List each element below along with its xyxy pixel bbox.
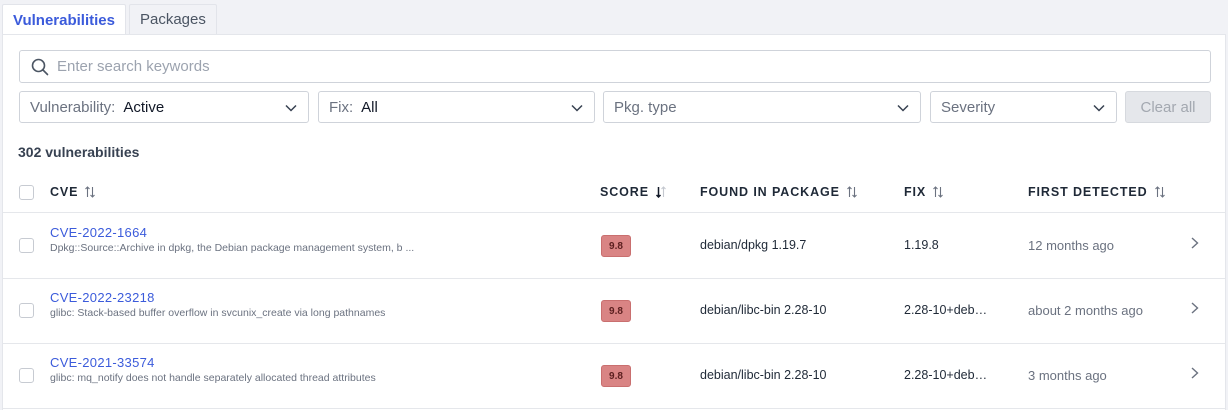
vulnerability-filter-dropdown[interactable]: Vulnerability: Active [19,91,309,123]
score-badge: 9.8 [601,365,631,387]
row-checkbox[interactable] [19,368,34,383]
fix-filter-value: All [361,98,378,116]
severity-filter-dropdown[interactable]: Severity [930,91,1117,123]
severity-placeholder: Severity [941,98,996,116]
select-all-checkbox[interactable] [19,185,34,200]
pkg-type-filter-dropdown[interactable]: Pkg. type [603,91,921,123]
fix-version: 2.28-10+deb10u2 [904,368,994,382]
table-row[interactable]: CVE-2022-1664 Dpkg::Source::Archive in d… [3,214,1225,279]
cve-link[interactable]: CVE-2022-1664 [50,225,147,240]
chevron-right-icon[interactable] [1189,236,1201,250]
sort-icon [933,186,944,198]
column-header-package[interactable]: FOUND IN PACKAGE [700,185,858,199]
column-header-fix[interactable]: FIX [904,185,944,199]
clear-all-button[interactable]: Clear all [1125,91,1211,123]
column-header-label: FIRST DETECTED [1028,185,1148,199]
sort-icon [85,186,96,198]
pkg-type-placeholder: Pkg. type [614,98,677,116]
chevron-down-icon [285,104,297,112]
fix-filter-dropdown[interactable]: Fix: All [318,91,595,123]
score-badge: 9.8 [601,235,631,257]
sort-icon [846,186,857,198]
package-name: debian/libc-bin 2.28-10 [700,303,827,317]
table-row[interactable]: CVE-2022-23218 glibc: Stack-based buffer… [3,279,1225,344]
tab-vulnerabilities[interactable]: Vulnerabilities [2,4,126,35]
cve-description: Dpkg::Source::Archive in dpkg, the Debia… [50,242,415,254]
column-header-first-detected[interactable]: FIRST DETECTED [1028,185,1166,199]
table-row[interactable]: CVE-2021-33574 glibc: mq_notify does not… [3,344,1225,409]
fix-filter-label: Fix: [329,98,354,116]
cve-link[interactable]: CVE-2022-23218 [50,290,155,305]
vulnerability-filter-label: Vulnerability: [30,98,116,116]
cve-link[interactable]: CVE-2021-33574 [50,355,155,370]
fix-version: 1.19.8 [904,238,939,252]
package-name: debian/libc-bin 2.28-10 [700,368,827,382]
column-header-cve[interactable]: CVE [50,185,96,199]
search-input[interactable] [57,52,1210,81]
column-header-label: SCORE [600,185,649,199]
search-icon [31,58,49,75]
fix-version: 2.28-10+deb10u2 [904,303,994,317]
package-name: debian/dpkg 1.19.7 [700,238,807,252]
first-detected: 3 months ago [1028,368,1107,383]
chevron-down-icon [571,104,583,112]
row-checkbox[interactable] [19,238,34,253]
tab-packages[interactable]: Packages [128,4,217,34]
vulnerability-filter-value: Active [123,98,165,116]
sort-icon [1154,186,1165,198]
row-checkbox[interactable] [19,303,34,318]
chevron-right-icon[interactable] [1189,301,1201,315]
first-detected: about 2 months ago [1028,303,1143,318]
search-box [19,50,1211,83]
vulnerability-count: 302 vulnerabilities [18,144,140,160]
column-header-label: FOUND IN PACKAGE [700,185,840,199]
vulnerabilities-panel: Vulnerability: Active Fix: All Pkg. type… [2,34,1226,410]
chevron-right-icon[interactable] [1189,366,1201,380]
cve-description: glibc: mq_notify does not handle separat… [50,372,376,384]
tab-bar: Vulnerabilities Packages [2,4,220,35]
table-header: CVE SCORE FOUND IN PACKAGE FIX FIRST DET… [3,173,1225,213]
cve-description: glibc: Stack-based buffer overflow in sv… [50,307,386,319]
column-header-score[interactable]: SCORE [600,185,667,199]
sort-descending-icon [655,186,666,198]
score-badge: 9.8 [601,300,631,322]
column-header-label: FIX [904,185,927,199]
column-header-label: CVE [50,185,79,199]
first-detected: 12 months ago [1028,238,1115,253]
chevron-down-icon [1093,104,1105,112]
chevron-down-icon [897,104,909,112]
